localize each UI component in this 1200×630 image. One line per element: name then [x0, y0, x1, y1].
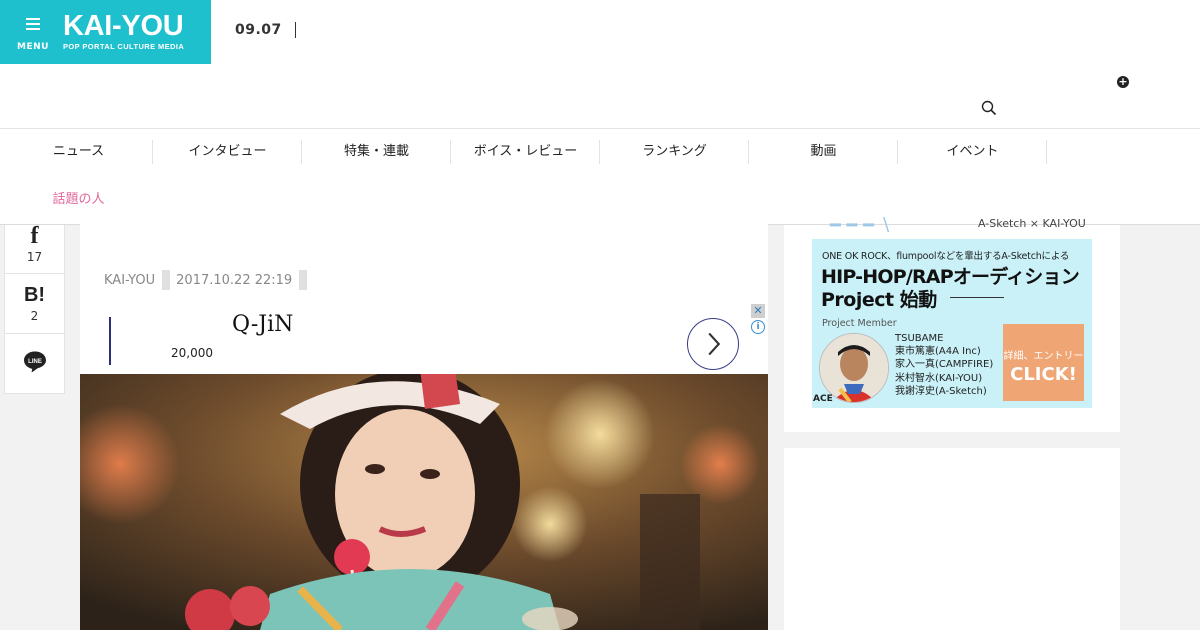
banner-divider — [950, 297, 1004, 298]
line-share-button[interactable]: LINE — [5, 333, 64, 393]
global-nav: ニュース インタビュー 特集・連載 ボイス・レビュー ランキング 動画 イベント… — [0, 129, 1200, 225]
meta-divider — [162, 270, 171, 290]
banner-member: 我謝淳史(A-Sketch) — [895, 385, 987, 397]
logo-subtitle: POP PORTAL CULTURE MEDIA — [63, 42, 185, 51]
plus-circle-icon[interactable]: + — [1117, 76, 1129, 88]
logo-title: KAI-YOU — [63, 10, 184, 42]
facebook-share-button[interactable]: f 17 — [5, 223, 64, 273]
avatar — [819, 333, 889, 403]
banner-cta-sub: 詳細、エントリー — [1003, 351, 1084, 362]
banner-lead: ONE OK ROCK、flumpoolなどを輩出するA-Sketchによる — [822, 251, 1070, 262]
close-icon[interactable]: ✕ — [751, 304, 765, 318]
banner-title-line2: Project 始動 — [821, 289, 937, 311]
site-header: MENU KAI-YOU POP PORTAL CULTURE MEDIA 09… — [0, 0, 1200, 128]
banner-member: 米村智水(KAI-YOU) — [895, 372, 983, 384]
nav-item-interview[interactable]: インタビュー — [153, 140, 302, 164]
menu-button[interactable]: MENU — [14, 18, 52, 52]
header-date: 09.07 — [235, 22, 282, 38]
ad-banner[interactable]: Q-JiN 20,000 ✕ i — [106, 304, 768, 370]
article-author[interactable]: KAI-YOU — [104, 273, 162, 288]
nav-item-event[interactable]: イベント — [898, 140, 1047, 164]
meta-divider — [299, 270, 308, 290]
nav-item-video[interactable]: 動画 — [749, 140, 898, 164]
info-icon[interactable]: i — [751, 320, 765, 334]
search-icon[interactable] — [981, 100, 997, 116]
article-date: 2017.10.22 22:19 — [176, 272, 293, 288]
banner-member-list: TSUBAME 東市篤憲(A4A Inc) 家入一真(CAMPFIRE) 米村智… — [895, 332, 993, 398]
ad-next-arrow-icon[interactable] — [687, 318, 739, 370]
share-column: f 17 B! 2 LINE — [4, 223, 65, 394]
nav-item-ranking[interactable]: ランキング — [600, 140, 749, 164]
menu-icon — [26, 18, 40, 30]
banner-member: 家入一真(CAMPFIRE) — [895, 359, 994, 371]
text-cursor — [295, 22, 296, 38]
banner-project-member-label: Project Member — [822, 318, 897, 329]
audition-banner[interactable]: ONE OK ROCK、flumpoolなどを輩出するA-Sketchによる H… — [812, 239, 1092, 408]
banner-cta-main: CLICK! — [1010, 364, 1077, 385]
hero-image — [80, 374, 768, 630]
ad-product-name: Q-JiN — [232, 312, 294, 337]
article-meta: KAI-YOU 2017.10.22 22:19 — [104, 270, 313, 290]
brand-bar: MENU KAI-YOU POP PORTAL CULTURE MEDIA — [0, 0, 211, 64]
banner-top-graphic: ━ ━ ━ ∖ — [830, 215, 892, 236]
sidebar-ad-box: ━ ━ ━ ∖ A-Sketch × KAI-YOU ONE OK ROCK、f… — [784, 215, 1120, 432]
nav-item-voice-review[interactable]: ボイス・レビュー — [451, 140, 600, 164]
sidebar-empty-box — [784, 448, 1120, 630]
svg-text:LINE: LINE — [28, 359, 42, 365]
banner-cta-button[interactable]: 詳細、エントリー CLICK! — [1003, 324, 1084, 401]
nav-item-features[interactable]: 特集・連載 — [302, 140, 451, 164]
nav-item-people[interactable]: 話題の人 — [4, 188, 153, 212]
facebook-icon: f — [30, 223, 39, 249]
ad-accent-rule — [109, 317, 111, 365]
hatena-share-count: 2 — [30, 309, 39, 323]
banner-member: TSUBAME — [895, 333, 944, 344]
banner-top-text: A-Sketch × KAI-YOU — [978, 217, 1086, 230]
site-logo[interactable]: KAI-YOU POP PORTAL CULTURE MEDIA — [63, 11, 184, 51]
banner-avatar-caption: ACE — [813, 394, 833, 404]
line-icon: LINE — [24, 351, 46, 373]
nav-item-news[interactable]: ニュース — [4, 140, 153, 164]
article-main: KAI-YOU 2017.10.22 22:19 Q-JiN 20,000 ✕ i — [80, 224, 768, 630]
facebook-share-count: 17 — [26, 250, 43, 264]
ad-price: 20,000 — [171, 346, 213, 360]
banner-member: 東市篤憲(A4A Inc) — [895, 346, 981, 358]
menu-label: MENU — [17, 42, 49, 52]
hatena-bookmark-icon: B! — [23, 284, 46, 306]
hatena-share-button[interactable]: B! 2 — [5, 273, 64, 333]
